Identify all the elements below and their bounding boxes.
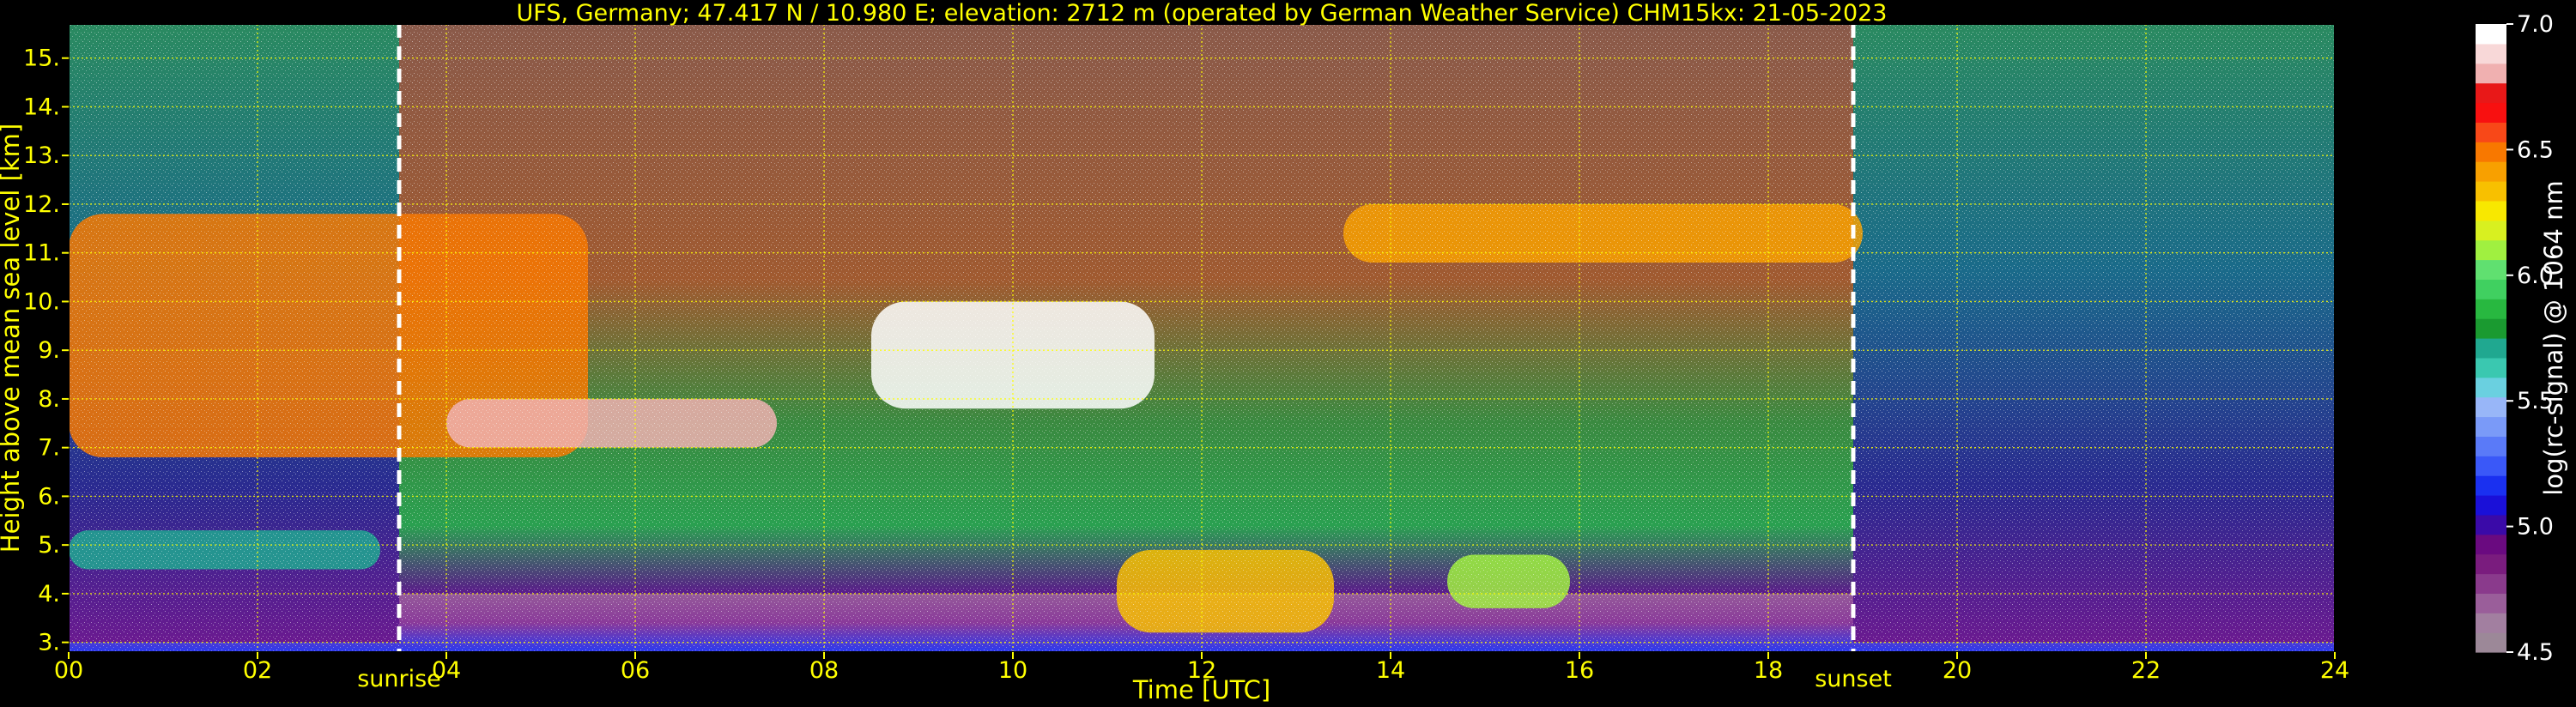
y-tick-label: 11. — [23, 240, 60, 267]
colorbar-segment — [2476, 43, 2506, 64]
colorbar-segment — [2476, 377, 2506, 398]
y-tick-label: 14. — [23, 94, 60, 120]
colorbar-segment — [2476, 299, 2506, 319]
y-tick-label: 5. — [38, 532, 60, 559]
y-tick-label: 8. — [38, 386, 60, 413]
colorbar-segment — [2476, 534, 2506, 555]
x-tick-label: 18 — [1754, 657, 1783, 684]
event-label-sunset: sunset — [1815, 666, 1892, 692]
colorbar-segment — [2476, 181, 2506, 202]
chart-title: UFS, Germany; 47.417 N / 10.980 E; eleva… — [517, 0, 1888, 27]
x-axis-label: Time [UTC] — [1132, 675, 1270, 704]
colorbar-segment — [2476, 63, 2506, 84]
colorbar-segment — [2476, 632, 2506, 653]
x-tick-label: 02 — [243, 657, 272, 684]
event-label-sunrise: sunrise — [357, 666, 441, 692]
colorbar-segment — [2476, 122, 2506, 142]
colorbar-segment — [2476, 318, 2506, 339]
y-tick-label: 7. — [38, 435, 60, 462]
colorbar-segment — [2476, 456, 2506, 476]
y-tick-label: 4. — [38, 581, 60, 607]
colorbar-segment — [2476, 24, 2506, 45]
colorbar-segment — [2476, 239, 2506, 261]
colorbar-tick-label: 4.5 — [2517, 639, 2554, 666]
x-tick-label: 20 — [1943, 657, 1972, 684]
x-tick-label: 08 — [809, 657, 839, 684]
colorbar-segment — [2476, 416, 2506, 437]
colorbar-segment — [2476, 573, 2506, 594]
colorbar-segment — [2476, 436, 2506, 456]
colorbar-segment — [2476, 553, 2506, 575]
x-tick-label: 22 — [2131, 657, 2161, 684]
y-tick-label: 6. — [38, 483, 60, 510]
colorbar-segment — [2476, 200, 2506, 221]
y-tick-label: 3. — [38, 630, 60, 656]
backscatter-chart: sunrise sunset 00 02 04 06 08 10 12 14 16 18 20 22 24… — [0, 0, 2568, 704]
x-tick-label: 14 — [1376, 657, 1405, 684]
x-tick-label: 04 — [432, 657, 461, 684]
x-tick-label: 06 — [621, 657, 650, 684]
y-ticks: 3. 4. 5. 6. 7. 8. 9. 10. 11. 12. 13. 14. 15. — [23, 45, 69, 656]
colorbar-segment — [2476, 161, 2506, 182]
colorbar-tick-label: 7.0 — [2517, 11, 2554, 38]
y-tick-label: 13. — [23, 142, 60, 169]
colorbar-segment — [2476, 475, 2506, 496]
colorbar-segment — [2476, 259, 2506, 280]
colorbar-segment — [2476, 357, 2506, 378]
y-tick-label: 9. — [38, 337, 60, 364]
y-tick-label: 10. — [23, 288, 60, 315]
colorbar-segment — [2476, 613, 2506, 633]
colorbar-tick-label: 5.0 — [2517, 514, 2554, 541]
ceilometer-quicklook: sunrise sunset 00 02 04 06 08 10 12 14 16 18 20 22 24… — [0, 0, 2576, 707]
colorbar-segment — [2476, 396, 2506, 418]
colorbar-segment — [2476, 514, 2506, 535]
y-tick-label: 12. — [23, 191, 60, 218]
y-axis-label: Height above mean sea level [km] — [0, 124, 25, 553]
colorbar-segment — [2476, 142, 2506, 162]
x-tick-label: 24 — [2320, 657, 2349, 684]
colorbar-segment — [2476, 593, 2506, 613]
colorbar-segment — [2476, 220, 2506, 241]
colorbar-segment — [2476, 82, 2506, 104]
colorbar-segment — [2476, 102, 2506, 123]
x-tick-label: 16 — [1565, 657, 1594, 684]
colorbar-label: log(rc-signal) @ 1064 nm — [2539, 180, 2568, 495]
x-tick-label: 10 — [998, 657, 1027, 684]
x-tick-label: 00 — [54, 657, 83, 684]
colorbar-tick-label: 6.5 — [2517, 136, 2554, 163]
colorbar-segment — [2476, 338, 2506, 359]
colorbar-segment — [2476, 279, 2506, 299]
y-tick-label: 15. — [23, 45, 60, 72]
colorbar-segment — [2476, 495, 2506, 516]
